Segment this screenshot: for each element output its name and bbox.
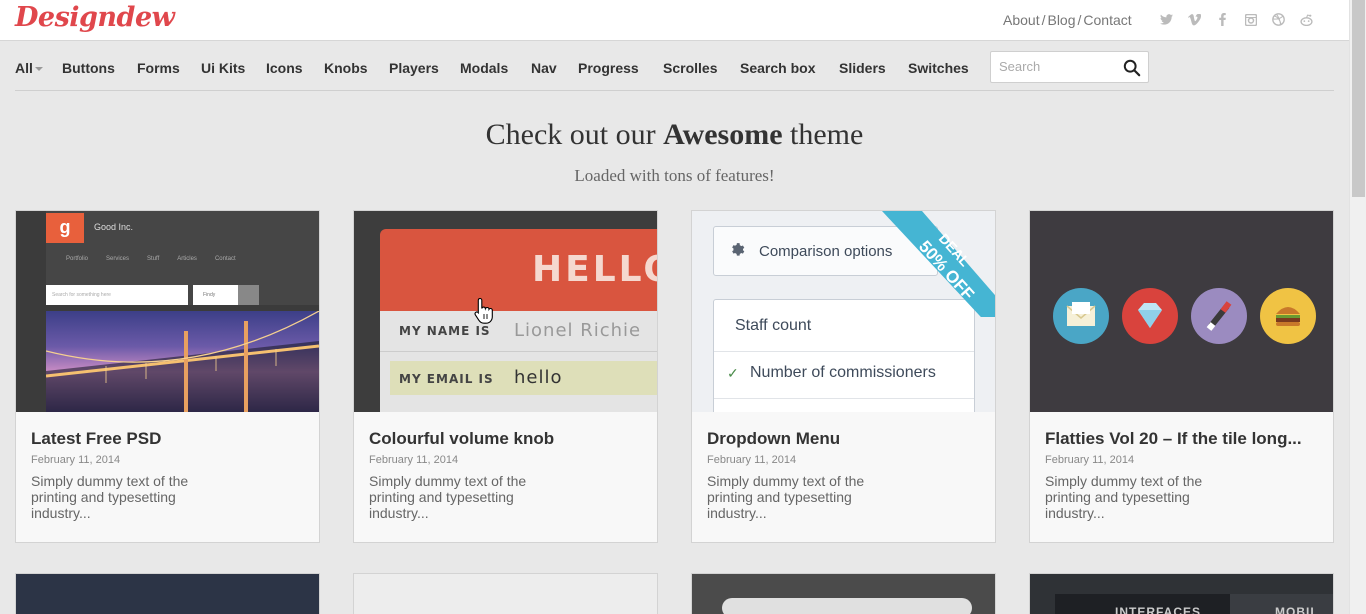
bridge-graphic: [46, 311, 319, 412]
hero-title-post: theme: [782, 118, 864, 151]
card-thumbnail[interactable]: HELLO MY NAME IS Lionel Richie MY EMAIL …: [354, 211, 657, 412]
nav-item-modals[interactable]: Modals: [460, 60, 508, 76]
nav-item-scrolles[interactable]: Scrolles: [663, 60, 717, 76]
hero-title-bold: Awesome: [663, 118, 783, 151]
thumb-link: Services: [106, 256, 130, 262]
diamond-icon: [1122, 288, 1178, 344]
thumb-menu-item: Number of commissioners: [750, 364, 936, 381]
thumb-email-label: MY EMAIL IS: [399, 372, 494, 386]
nav-item-sliders[interactable]: Sliders: [839, 60, 886, 76]
thumb-location-field: Findy: [193, 285, 238, 305]
hand-cursor-icon: [474, 297, 493, 324]
card-description: Simply dummy text of the printing and ty…: [1045, 473, 1203, 521]
nav-item-search-box[interactable]: Search box: [740, 60, 815, 76]
card-row2-1[interactable]: [15, 573, 320, 614]
thumb-name-value: Lionel Richie: [514, 320, 642, 341]
category-nav: All Buttons Forms Ui Kits Icons Knobs Pl…: [15, 41, 1334, 91]
thumb-divider: [714, 351, 974, 352]
vimeo-icon[interactable]: [1187, 12, 1202, 27]
instagram-icon[interactable]: [1243, 12, 1258, 27]
brush-icon: [1191, 288, 1247, 344]
card-thumbnail[interactable]: Comparison options Staff count ✓ Number …: [692, 211, 995, 412]
hero-title-pre: Check out our: [485, 118, 664, 151]
thumb-link: Stuff: [147, 256, 160, 262]
search-box: [990, 51, 1149, 83]
envelope-icon: [1053, 288, 1109, 344]
nav-item-progress[interactable]: Progress: [578, 60, 639, 76]
nav-item-players[interactable]: Players: [389, 60, 439, 76]
card-date: February 11, 2014: [31, 454, 121, 466]
nav-item-all[interactable]: All: [15, 60, 43, 76]
thumb-divider: [714, 398, 974, 399]
nav-item-forms[interactable]: Forms: [137, 60, 180, 76]
thumb-link: Portfolio: [66, 256, 89, 262]
page-scrollbar[interactable]: [1349, 0, 1366, 614]
card-row2-3[interactable]: [691, 573, 996, 614]
facebook-icon[interactable]: [1215, 12, 1230, 27]
thumb-logo: g: [46, 213, 84, 243]
thumb-mobile-tab: MOBIL: [1230, 594, 1333, 614]
thumb-hello-text: HELLO: [532, 249, 657, 290]
caret-down-icon: [34, 67, 43, 72]
card-description: Simply dummy text of the printing and ty…: [707, 473, 865, 521]
social-links: [1159, 12, 1314, 27]
burger-icon: [1260, 288, 1316, 344]
header-links: About / Blog / Contact: [1003, 12, 1132, 28]
card-latest-free-psd[interactable]: g Good Inc. Portfolio Services Stuff Art…: [15, 210, 320, 543]
card-row2-2[interactable]: [353, 573, 658, 614]
card-thumbnail[interactable]: g Good Inc. Portfolio Services Stuff Art…: [16, 211, 319, 412]
thumb-button: [238, 285, 259, 305]
card-title[interactable]: Dropdown Menu: [707, 429, 840, 449]
nav-item-ui-kits[interactable]: Ui Kits: [201, 60, 245, 76]
nav-item-icons[interactable]: Icons: [266, 60, 303, 76]
nav-item-knobs[interactable]: Knobs: [324, 60, 368, 76]
card-colourful-volume-knob[interactable]: HELLO MY NAME IS Lionel Richie MY EMAIL …: [353, 210, 658, 543]
card-row2-4[interactable]: INTERFACES MOBIL: [1029, 573, 1334, 614]
thumb-search-field: Search for something here: [46, 285, 188, 305]
card-title[interactable]: Flatties Vol 20 – If the tile long...: [1045, 429, 1302, 449]
thumb-menu-item: Staff count: [735, 317, 812, 334]
thumb-brand: Good Inc.: [94, 222, 134, 232]
thumb-button-label: Comparison options: [759, 243, 893, 260]
nav-item-nav[interactable]: Nav: [531, 60, 557, 76]
deal-ribbon: DEAL 50% OFF: [882, 211, 995, 317]
thumb-link: Articles: [177, 256, 197, 262]
scrollbar-thumb[interactable]: [1352, 0, 1365, 197]
thumb-email-value: hello: [514, 367, 563, 388]
hero-subtitle: Loaded with tons of features!: [574, 166, 775, 185]
thumb-link: Contact: [214, 256, 236, 262]
card-description: Simply dummy text of the printing and ty…: [369, 473, 527, 521]
twitter-icon[interactable]: [1159, 12, 1174, 27]
hero-title: Check out our Awesome theme: [0, 118, 1349, 152]
card-thumbnail[interactable]: [1030, 211, 1333, 412]
top-header: Designdew About / Blog / Contact: [0, 0, 1349, 41]
card-title[interactable]: Latest Free PSD: [31, 429, 161, 449]
card-date: February 11, 2014: [1045, 454, 1135, 466]
site-logo[interactable]: Designdew: [15, 2, 175, 33]
gear-icon: [732, 243, 745, 256]
dribbble-icon[interactable]: [1271, 12, 1286, 27]
nav-item-label: All: [15, 60, 33, 76]
about-link[interactable]: About: [1003, 12, 1040, 28]
thumb-name-label: MY NAME IS: [399, 324, 491, 338]
check-icon: ✓: [727, 365, 739, 381]
blog-link[interactable]: Blog: [1047, 12, 1075, 28]
thumb-window-bar: [722, 598, 972, 614]
card-date: February 11, 2014: [707, 454, 797, 466]
link-separator: /: [1041, 12, 1046, 28]
card-title[interactable]: Colourful volume knob: [369, 429, 554, 449]
reddit-icon[interactable]: [1299, 12, 1314, 27]
card-date: February 11, 2014: [369, 454, 459, 466]
nav-item-buttons[interactable]: Buttons: [62, 60, 115, 76]
search-input[interactable]: [999, 59, 1119, 74]
card-dropdown-menu[interactable]: Comparison options Staff count ✓ Number …: [691, 210, 996, 543]
link-separator: /: [1077, 12, 1082, 28]
nav-item-switches[interactable]: Switches: [908, 60, 969, 76]
card-description: Simply dummy text of the printing and ty…: [31, 473, 189, 521]
thumb-interfaces-tab: INTERFACES: [1055, 594, 1230, 614]
thumb-links: Portfolio Services Stuff Articles Contac…: [66, 256, 236, 262]
card-flatties-vol-20[interactable]: Flatties Vol 20 – If the tile long... Fe…: [1029, 210, 1334, 543]
contact-link[interactable]: Contact: [1083, 12, 1131, 28]
search-icon[interactable]: [1123, 59, 1141, 77]
